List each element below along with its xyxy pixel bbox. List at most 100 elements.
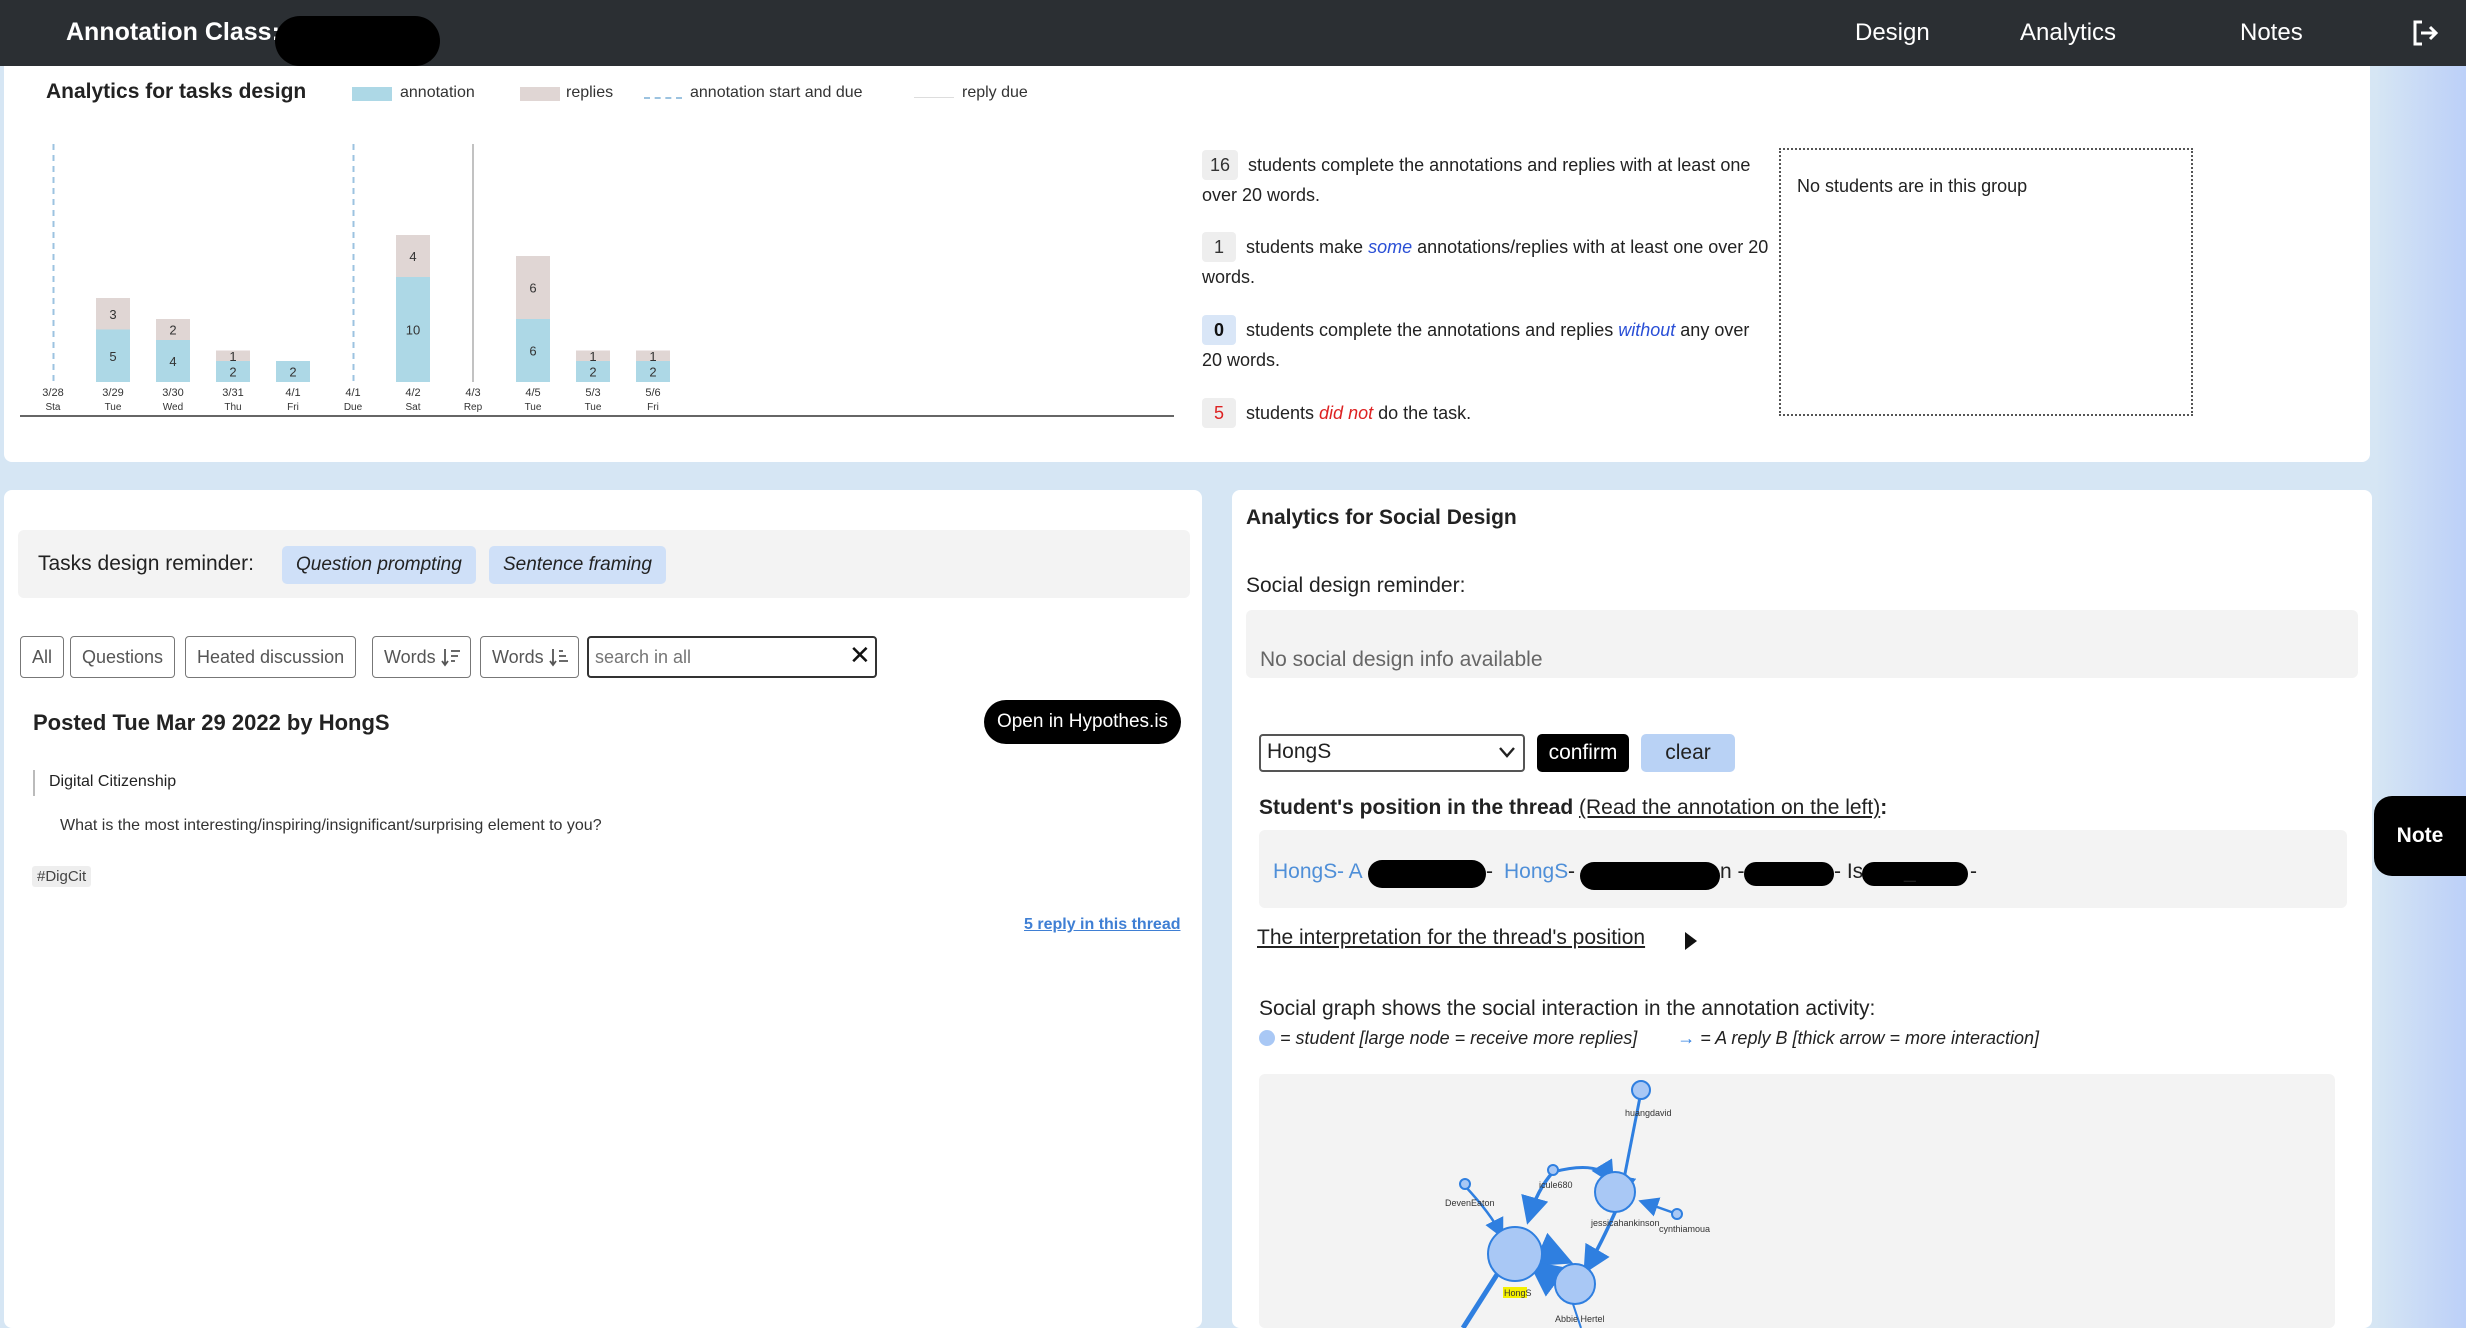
- stat-not-done: 5 students did not do the task.: [1202, 398, 1772, 428]
- legend-replies-swatch: [520, 87, 560, 101]
- node-abbie-hertel[interactable]: [1554, 1263, 1596, 1305]
- stat-text-some-emph: some: [1368, 237, 1413, 257]
- bar-label-annotation: 2: [589, 365, 596, 380]
- post-title: Posted Tue Mar 29 2022 by HongS: [33, 710, 390, 735]
- clear-search-icon[interactable]: ✕: [849, 640, 871, 671]
- x-tick-day: Wed: [163, 402, 183, 413]
- legend-reply-due: reply due: [962, 84, 1028, 101]
- social-graph-legend: = student [large node = receive more rep…: [1259, 1028, 2039, 1049]
- social-reminder-box: No social design info available: [1246, 610, 2358, 678]
- bar-label-replies: 3: [109, 307, 116, 322]
- x-tick-date: 4/2: [405, 387, 420, 399]
- node-jessicahankinson[interactable]: [1594, 1171, 1636, 1213]
- reply-thread-link[interactable]: 5 reply in this thread: [1024, 916, 1180, 934]
- filter-all-button[interactable]: All: [20, 636, 65, 678]
- open-hypothesis-button[interactable]: Open in Hypothes.is: [984, 700, 1181, 744]
- nav-design[interactable]: Design: [1855, 19, 1930, 47]
- nav-analytics[interactable]: Analytics: [2020, 19, 2116, 47]
- x-tick-day: Sta: [45, 402, 60, 413]
- x-tick-day: Tue: [525, 402, 542, 413]
- x-tick-day: Fri: [647, 402, 659, 413]
- sort-desc-icon: [440, 649, 460, 667]
- node-hongs[interactable]: [1487, 1226, 1543, 1282]
- thread-sep-2: -: [1486, 860, 1493, 883]
- bar-label-annotation: 2: [649, 365, 656, 380]
- caret-right-icon[interactable]: [1682, 930, 1700, 952]
- bar-label-replies: 6: [529, 281, 536, 296]
- reply-arrow-icon: →: [1677, 1028, 1696, 1048]
- x-tick-date: 4/1: [285, 387, 300, 399]
- app-title: Annotation Class:: [66, 18, 280, 46]
- post-hashtag[interactable]: #DigCit: [32, 866, 92, 887]
- top-navbar: Annotation Class: Design Analytics Notes: [0, 0, 2466, 66]
- legend-node-text: = student [large node = receive more rep…: [1275, 1028, 1638, 1048]
- x-tick-day: Rep: [464, 402, 483, 413]
- legend-start-due-line: [644, 97, 682, 99]
- x-tick-date: 3/31: [222, 387, 243, 399]
- node-label-cynthiamoua: cynthiamoua: [1659, 1224, 1710, 1234]
- redacted-username: [1368, 860, 1486, 888]
- graph-edge: [1464, 1185, 1504, 1239]
- stat-text-without-emph: without: [1618, 320, 1676, 340]
- stat-text-some-a: students make: [1246, 237, 1369, 257]
- stat-count-complete: 16: [1202, 150, 1239, 180]
- note-tab-button[interactable]: Note: [2374, 796, 2466, 876]
- tag-question-prompting[interactable]: Question prompting: [282, 546, 476, 584]
- graph-edge: [1583, 1207, 1619, 1275]
- thread-user-hongs-1[interactable]: HongS: [1273, 860, 1337, 884]
- social-reminder-label: Social design reminder:: [1246, 574, 1466, 597]
- search-input[interactable]: [587, 636, 877, 678]
- bar-label-annotation: 2: [289, 365, 296, 380]
- clear-button[interactable]: clear: [1641, 734, 1735, 772]
- logout-icon[interactable]: [2410, 18, 2440, 48]
- thread-interpretation-toggle[interactable]: The interpretation for the thread's posi…: [1257, 926, 1645, 950]
- node-icule680[interactable]: [1547, 1164, 1559, 1176]
- stat-some: 1 students make some annotations/replies …: [1202, 232, 1772, 292]
- sort-words-desc-label: Words: [384, 647, 436, 667]
- bar-label-replies: 1: [589, 349, 596, 364]
- node-label-huangdavid: huangdavid: [1625, 1108, 1672, 1118]
- thread-user-hongs-2[interactable]: HongS: [1504, 860, 1568, 884]
- confirm-button[interactable]: confirm: [1537, 734, 1629, 772]
- x-tick-date: 4/5: [525, 387, 540, 399]
- stat-count-without: 0: [1202, 315, 1236, 345]
- legend-start-due: annotation start and due: [690, 84, 863, 101]
- student-group-box: No students are in this group: [1779, 148, 2193, 416]
- thread-position-colon: :: [1880, 796, 1888, 819]
- bar-label-annotation: 4: [169, 354, 176, 369]
- x-tick-date: 5/3: [585, 387, 600, 399]
- redacted-class-name: [275, 16, 440, 66]
- social-analytics-title: Analytics for Social Design: [1246, 506, 1517, 529]
- x-tick-date: 4/3: [465, 387, 480, 399]
- tasks-reminder-label: Tasks design reminder:: [38, 552, 254, 575]
- x-tick-day: Tue: [585, 402, 602, 413]
- post-quote: Digital Citizenship: [33, 770, 176, 796]
- node-cynthiamoua[interactable]: [1671, 1208, 1683, 1220]
- page-edge-strip: [2375, 66, 2466, 1328]
- social-graph[interactable]: huangdavid icule680 DevenEaton jessicaha…: [1259, 1074, 2335, 1328]
- thread-sep-3: -: [1568, 860, 1575, 883]
- node-huangdavid[interactable]: [1631, 1080, 1651, 1100]
- legend-replies: replies: [566, 84, 614, 101]
- bar-label-replies: 2: [169, 323, 176, 338]
- student-select[interactable]: HongS: [1259, 734, 1525, 772]
- tasks-bar-chart: 3/28Sta533/29Tue423/30Wed213/31Thu24/1Fr…: [20, 144, 1174, 417]
- filter-questions-button[interactable]: Questions: [70, 636, 176, 678]
- x-tick-date: 3/28: [42, 387, 63, 399]
- tag-sentence-framing[interactable]: Sentence framing: [489, 546, 666, 584]
- social-graph-title: Social graph shows the social interactio…: [1259, 997, 1876, 1020]
- x-tick-day: Sat: [405, 402, 420, 413]
- x-tick-day: Thu: [224, 402, 241, 413]
- sort-words-desc-button[interactable]: Words: [372, 636, 471, 678]
- read-annotation-link[interactable]: (Read the annotation on the left): [1579, 796, 1880, 819]
- stat-text-not-done-emph: did not: [1319, 403, 1374, 423]
- nav-notes[interactable]: Notes: [2240, 19, 2303, 47]
- bar-label-annotation: 5: [109, 349, 116, 364]
- node-deveneaton[interactable]: [1459, 1178, 1471, 1190]
- thread-position-title-text: Student's position in the thread: [1259, 796, 1579, 819]
- sort-words-asc-button[interactable]: Words: [480, 636, 579, 678]
- legend-reply-due-line: [914, 97, 954, 98]
- redacted-username: [1744, 862, 1834, 886]
- filter-heated-discussion-button[interactable]: Heated discussion: [185, 636, 357, 678]
- chevron-down-icon: [1499, 747, 1515, 758]
